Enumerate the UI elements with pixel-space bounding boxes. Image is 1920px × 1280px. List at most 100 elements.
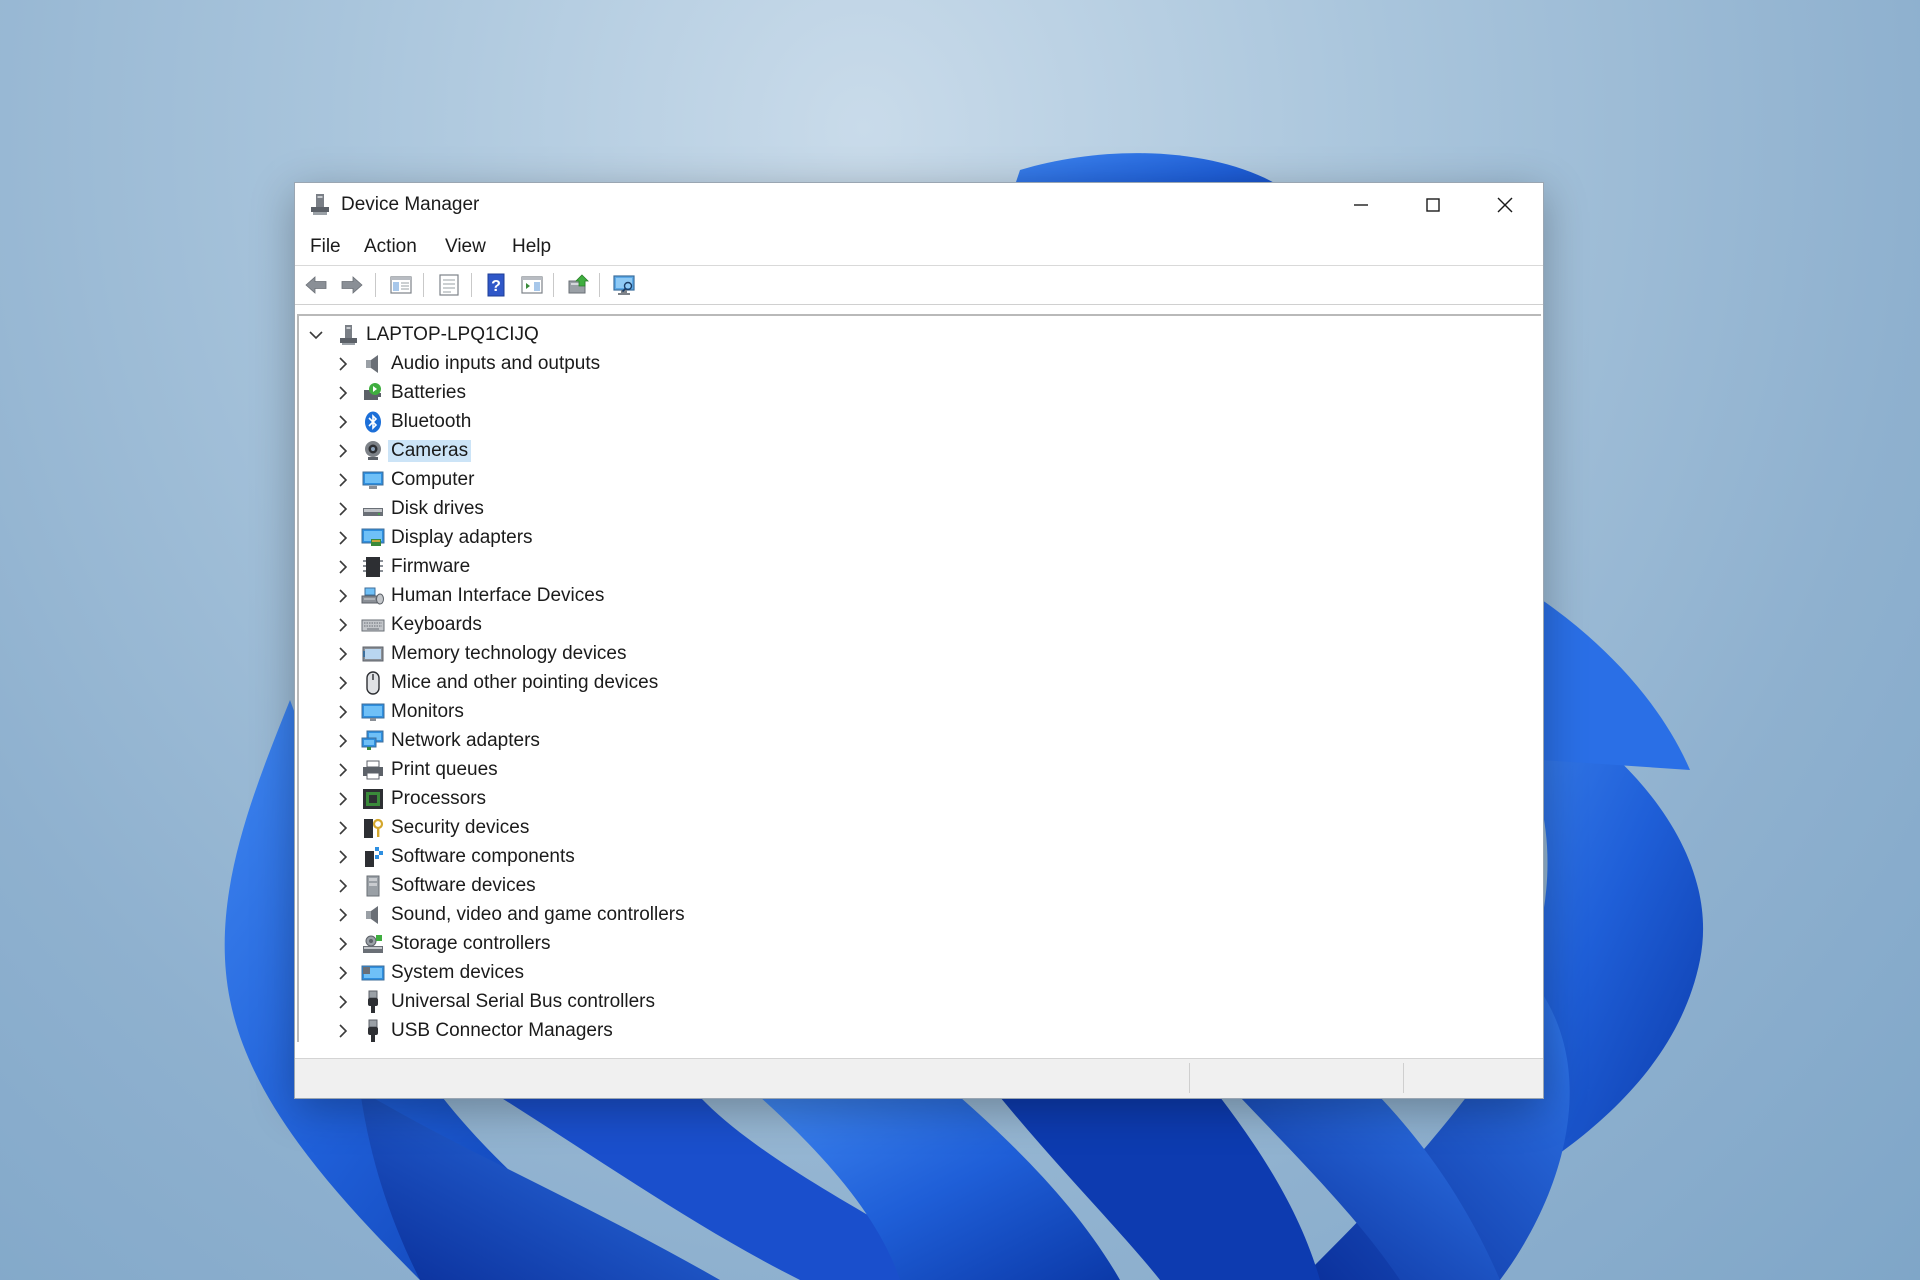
chevron-right-icon[interactable]	[334, 1022, 352, 1040]
chevron-right-icon[interactable]	[334, 906, 352, 924]
tree-item-label: Human Interface Devices	[391, 585, 605, 606]
tree-item-label: USB Connector Managers	[391, 1020, 613, 1041]
action-pane-button[interactable]	[517, 271, 547, 299]
help-button[interactable]: ?	[481, 271, 511, 299]
toolbar-separator	[553, 273, 554, 297]
menu-file[interactable]: File	[310, 236, 341, 258]
status-divider	[1403, 1063, 1404, 1093]
menu-help[interactable]: Help	[512, 236, 551, 258]
chevron-right-icon[interactable]	[334, 819, 352, 837]
tree-item-system-devices[interactable]: System devices	[334, 959, 734, 987]
tree-item-label: Bluetooth	[391, 411, 472, 432]
menu-view[interactable]: View	[445, 236, 486, 258]
tree-item-software-devices[interactable]: Software devices	[334, 872, 734, 900]
tree-item-network-adapters[interactable]: Network adapters	[334, 727, 734, 755]
tree-item-computer[interactable]: Computer	[334, 466, 734, 494]
chevron-right-icon[interactable]	[334, 500, 352, 518]
menu-bar: File Action View Help	[295, 227, 1543, 266]
tree-item-cameras[interactable]: Cameras	[334, 437, 734, 465]
tree-item-label: Cameras	[388, 440, 472, 462]
show-hide-console-tree-button[interactable]	[386, 271, 416, 299]
tree-item-label: Disk drives	[391, 498, 484, 519]
chevron-right-icon[interactable]	[334, 471, 352, 489]
tree-item-hid[interactable]: Human Interface Devices	[334, 582, 734, 610]
chevron-right-icon[interactable]	[334, 645, 352, 663]
tree-item-monitors[interactable]: Monitors	[334, 698, 734, 726]
toolbar: ?	[295, 266, 1543, 305]
tree-item-audio[interactable]: Audio inputs and outputs	[334, 350, 734, 378]
device-manager-window: Device Manager File Action View Help ? L…	[294, 182, 1544, 1099]
chevron-right-icon[interactable]	[334, 384, 352, 402]
chevron-right-icon[interactable]	[334, 732, 352, 750]
root-computer-name: LAPTOP-LPQ1CIJQ	[366, 324, 539, 345]
tree-item-label: Firmware	[391, 556, 471, 577]
tree-root-node[interactable]: LAPTOP-LPQ1CIJQ	[307, 321, 607, 349]
toolbar-separator	[599, 273, 600, 297]
scan-hardware-button[interactable]	[609, 271, 639, 299]
tree-item-memory[interactable]: Memory technology devices	[334, 640, 734, 668]
tree-item-usb-connector-managers[interactable]: USB Connector Managers	[334, 1017, 734, 1045]
help-icon: ?	[487, 273, 505, 297]
tree-item-label: Security devices	[391, 817, 530, 838]
close-button[interactable]	[1469, 183, 1541, 227]
chevron-right-icon[interactable]	[334, 616, 352, 634]
tree-item-software-components[interactable]: Software components	[334, 843, 734, 871]
tree-item-label: Memory technology devices	[391, 643, 627, 664]
tree-item-label: Software devices	[391, 875, 536, 896]
chevron-right-icon[interactable]	[334, 703, 352, 721]
firmware-icon	[363, 557, 383, 577]
tree-item-storage-controllers[interactable]: Storage controllers	[334, 930, 734, 958]
computer-icon	[362, 471, 384, 489]
toolbar-separator	[471, 273, 472, 297]
tree-item-label: Network adapters	[391, 730, 540, 751]
tree-item-batteries[interactable]: Batteries	[334, 379, 734, 407]
speaker-icon	[366, 355, 378, 373]
tree-item-firmware[interactable]: Firmware	[334, 553, 734, 581]
tree-item-sound-controllers[interactable]: Sound, video and game controllers	[334, 901, 774, 929]
tree-item-security-devices[interactable]: Security devices	[334, 814, 734, 842]
chevron-right-icon[interactable]	[334, 993, 352, 1011]
chevron-right-icon[interactable]	[334, 790, 352, 808]
tree-item-display-adapters[interactable]: Display adapters	[334, 524, 734, 552]
chevron-right-icon[interactable]	[334, 761, 352, 779]
maximize-icon	[1426, 198, 1440, 212]
tree-item-processors[interactable]: Processors	[334, 785, 734, 813]
tree-item-label: Universal Serial Bus controllers	[391, 991, 655, 1012]
update-driver-button[interactable]	[563, 271, 593, 299]
chevron-right-icon[interactable]	[334, 935, 352, 953]
menu-action[interactable]: Action	[364, 236, 417, 258]
chevron-right-icon[interactable]	[334, 558, 352, 576]
update-driver-icon	[568, 274, 589, 294]
device-tree[interactable]: LAPTOP-LPQ1CIJQ Audio inputs and outputs…	[297, 314, 1541, 1042]
chevron-right-icon[interactable]	[334, 877, 352, 895]
tree-item-label: Monitors	[391, 701, 464, 722]
status-bar	[295, 1058, 1543, 1098]
tree-item-bluetooth[interactable]: Bluetooth	[334, 408, 734, 436]
bluetooth-icon	[365, 411, 381, 433]
tree-item-keyboards[interactable]: Keyboards	[334, 611, 734, 639]
processor-icon	[363, 789, 383, 809]
tree-item-usb-controllers[interactable]: Universal Serial Bus controllers	[334, 988, 754, 1016]
back-button[interactable]	[301, 271, 331, 299]
usb-icon	[368, 990, 378, 1013]
chevron-down-icon[interactable]	[307, 326, 325, 344]
chevron-right-icon[interactable]	[334, 442, 352, 460]
maximize-button[interactable]	[1397, 183, 1469, 227]
title-bar[interactable]: Device Manager	[295, 183, 1543, 227]
chevron-right-icon[interactable]	[334, 674, 352, 692]
chevron-right-icon[interactable]	[334, 964, 352, 982]
chevron-right-icon[interactable]	[334, 355, 352, 373]
hid-icon	[361, 587, 384, 605]
tree-item-print-queues[interactable]: Print queues	[334, 756, 734, 784]
tree-item-disk-drives[interactable]: Disk drives	[334, 495, 734, 523]
chevron-right-icon[interactable]	[334, 587, 352, 605]
chevron-right-icon[interactable]	[334, 413, 352, 431]
properties-button[interactable]	[434, 271, 464, 299]
chevron-right-icon[interactable]	[334, 848, 352, 866]
tree-item-mice[interactable]: Mice and other pointing devices	[334, 669, 754, 697]
chevron-right-icon[interactable]	[334, 529, 352, 547]
tree-item-label: System devices	[391, 962, 525, 983]
minimize-button[interactable]	[1325, 183, 1397, 227]
action-pane-icon	[521, 276, 543, 294]
forward-button[interactable]	[337, 271, 367, 299]
